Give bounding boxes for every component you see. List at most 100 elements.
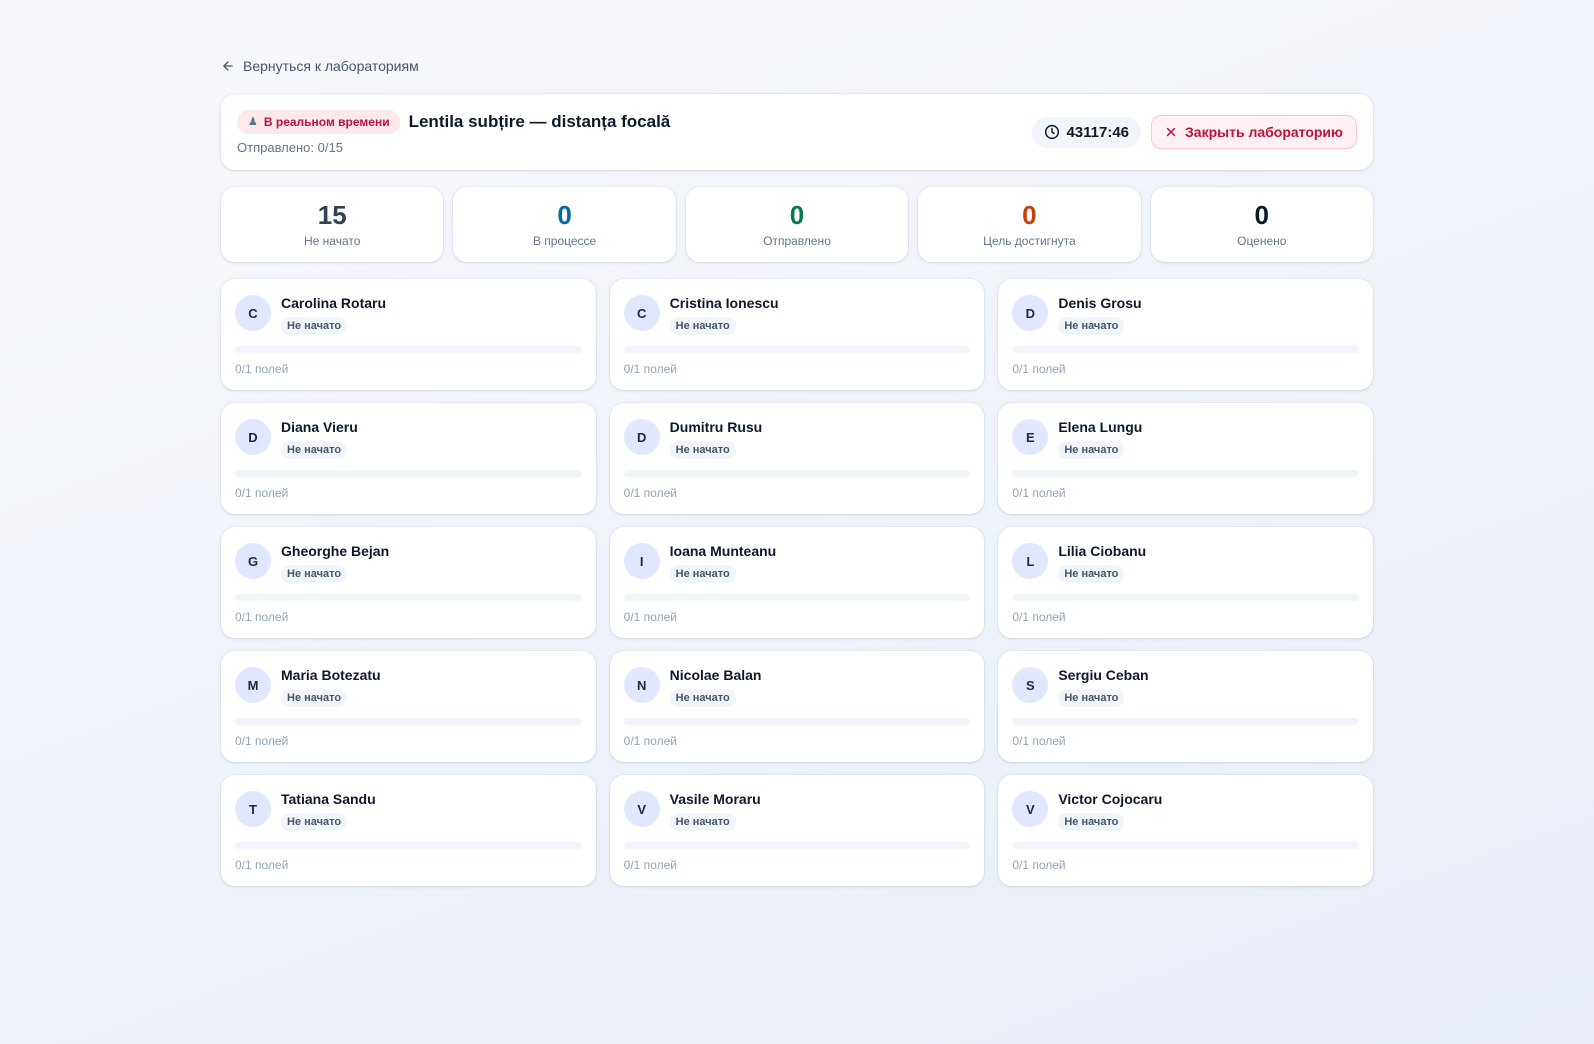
student-header: C Cristina Ionescu Не начато: [623, 295, 971, 335]
student-avatar: D: [235, 419, 271, 455]
student-avatar: G: [235, 543, 271, 579]
stat-label: В процессе: [532, 233, 597, 248]
student-header: M Maria Botezatu Не начато: [235, 667, 582, 707]
student-avatar: E: [1012, 419, 1049, 455]
stat-value: 0: [557, 199, 572, 230]
student-status-badge: Не начато: [281, 441, 348, 459]
student-card[interactable]: E Elena Lungu Не начато 0/1 полей: [998, 403, 1373, 514]
student-card[interactable]: M Maria Botezatu Не начато 0/1 полей: [221, 651, 596, 762]
student-header: L Lilia Ciobanu Не начато: [1012, 543, 1359, 583]
student-status-badge: Не начато: [669, 813, 736, 831]
student-progress-bar: [623, 594, 971, 601]
student-header: G Gheorghe Bejan Не начато: [235, 543, 582, 583]
stat-value: 15: [317, 199, 347, 230]
student-header: E Elena Lungu Не начато: [1012, 419, 1359, 459]
student-fields-count: 0/1 полей: [623, 610, 677, 624]
student-card[interactable]: D Denis Grosu Не начато 0/1 полей: [998, 279, 1373, 390]
student-avatar: N: [623, 667, 660, 703]
student-name: Carolina Rotaru: [281, 295, 387, 311]
student-card[interactable]: D Dumitru Rusu Не начато 0/1 полей: [609, 403, 985, 514]
student-avatar: V: [1012, 791, 1049, 827]
student-card[interactable]: D Diana Vieru Не начато 0/1 полей: [221, 403, 596, 514]
student-card[interactable]: V Vasile Moraru Не начато 0/1 полей: [609, 775, 985, 886]
student-progress-bar: [623, 842, 971, 849]
student-header: C Carolina Rotaru Не начато: [235, 295, 582, 335]
close-lab-label: Закрыть лабораторию: [1185, 124, 1343, 140]
student-name: Diana Vieru: [281, 419, 358, 435]
student-info: Sergiu Ceban Не начато: [1058, 667, 1149, 707]
timer-value: 43117:46: [1066, 123, 1130, 141]
student-progress-bar: [235, 594, 582, 601]
student-fields-count: 0/1 полей: [1012, 858, 1066, 872]
student-progress-bar: [1012, 718, 1359, 725]
stat-value: 0: [1254, 199, 1270, 230]
student-progress-bar: [623, 346, 971, 353]
student-info: Diana Vieru Не начато: [281, 419, 358, 459]
stat-value: 0: [789, 199, 805, 230]
stat-label: Цель достигнута: [983, 233, 1076, 248]
student-name: Denis Grosu: [1058, 295, 1142, 311]
student-card[interactable]: L Lilia Ciobanu Не начато 0/1 полей: [998, 527, 1373, 638]
student-header: I Ioana Munteanu Не начато: [623, 543, 971, 583]
student-name: Maria Botezatu: [281, 667, 381, 683]
student-header: S Sergiu Ceban Не начато: [1012, 667, 1359, 707]
student-fields-count: 0/1 полей: [235, 486, 289, 500]
student-name: Sergiu Ceban: [1058, 667, 1149, 683]
student-header: V Vasile Moraru Не начато: [623, 791, 971, 831]
student-name: Tatiana Sandu: [281, 791, 376, 807]
student-card[interactable]: T Tatiana Sandu Не начато 0/1 полей: [221, 775, 596, 886]
student-status-badge: Не начато: [1058, 565, 1125, 583]
stat-label: Отправлено: [763, 233, 831, 248]
student-fields-count: 0/1 полей: [623, 734, 677, 748]
student-header: D Denis Grosu Не начато: [1012, 295, 1359, 335]
student-avatar: D: [1012, 295, 1049, 331]
student-name: Victor Cojocaru: [1058, 791, 1163, 807]
student-card[interactable]: C Cristina Ionescu Не начато 0/1 полей: [609, 279, 985, 390]
stat-card: 0 Цель достигнута: [918, 187, 1141, 262]
stat-card: 0 Оценено: [1150, 187, 1373, 262]
student-card[interactable]: S Sergiu Ceban Не начато 0/1 полей: [998, 651, 1373, 762]
student-fields-count: 0/1 полей: [1012, 486, 1066, 500]
student-card[interactable]: C Carolina Rotaru Не начато 0/1 полей: [221, 279, 596, 390]
student-header: D Dumitru Rusu Не начато: [623, 419, 971, 459]
student-grid: C Carolina Rotaru Не начато 0/1 полей C …: [221, 279, 1373, 886]
student-fields-count: 0/1 полей: [235, 858, 289, 872]
student-progress-bar: [1012, 346, 1359, 353]
student-avatar: C: [235, 295, 271, 331]
student-info: Ioana Munteanu Не начато: [669, 543, 776, 583]
student-name: Elena Lungu: [1058, 419, 1143, 435]
student-card[interactable]: G Gheorghe Bejan Не начато 0/1 полей: [221, 527, 596, 638]
stat-label: Не начато: [303, 233, 361, 248]
student-info: Denis Grosu Не начато: [1058, 295, 1142, 335]
student-status-badge: Не начато: [281, 317, 348, 335]
lab-header-actions: 43117:46 Закрыть лабораторию: [1032, 115, 1357, 149]
student-name: Nicolae Balan: [669, 667, 762, 683]
live-badge-label: В реальном времени: [263, 114, 390, 129]
stat-card: 0 Отправлено: [685, 187, 909, 262]
student-fields-count: 0/1 полей: [1012, 362, 1066, 376]
student-fields-count: 0/1 полей: [235, 362, 289, 376]
lab-header-info: ♟ В реальном времени Lentila subțire — d…: [237, 109, 670, 155]
student-status-badge: Не начато: [281, 689, 348, 707]
student-status-badge: Не начато: [281, 813, 348, 831]
student-progress-bar: [623, 470, 971, 477]
student-name: Lilia Ciobanu: [1058, 543, 1147, 559]
student-status-badge: Не начато: [1058, 317, 1125, 335]
student-name: Cristina Ionescu: [669, 295, 779, 311]
student-card[interactable]: I Ioana Munteanu Не начато 0/1 полей: [609, 527, 985, 638]
student-avatar: C: [623, 295, 660, 331]
student-info: Elena Lungu Не начато: [1058, 419, 1142, 459]
student-avatar: M: [235, 667, 271, 703]
student-card[interactable]: V Victor Cojocaru Не начато 0/1 полей: [998, 775, 1373, 886]
student-fields-count: 0/1 полей: [623, 858, 677, 872]
student-header: V Victor Cojocaru Не начато: [1012, 791, 1359, 831]
close-lab-button[interactable]: Закрыть лабораторию: [1151, 115, 1357, 149]
student-status-badge: Не начато: [1058, 813, 1125, 831]
back-to-labs-link[interactable]: Вернуться к лабораториям: [221, 56, 419, 76]
student-header: T Tatiana Sandu Не начато: [235, 791, 582, 831]
lab-title-row: ♟ В реальном времени Lentila subțire — d…: [237, 109, 670, 134]
student-progress-bar: [1012, 470, 1359, 477]
student-avatar: D: [623, 419, 660, 455]
student-card[interactable]: N Nicolae Balan Не начато 0/1 полей: [609, 651, 985, 762]
stat-card: 15 Не начато: [221, 187, 444, 262]
